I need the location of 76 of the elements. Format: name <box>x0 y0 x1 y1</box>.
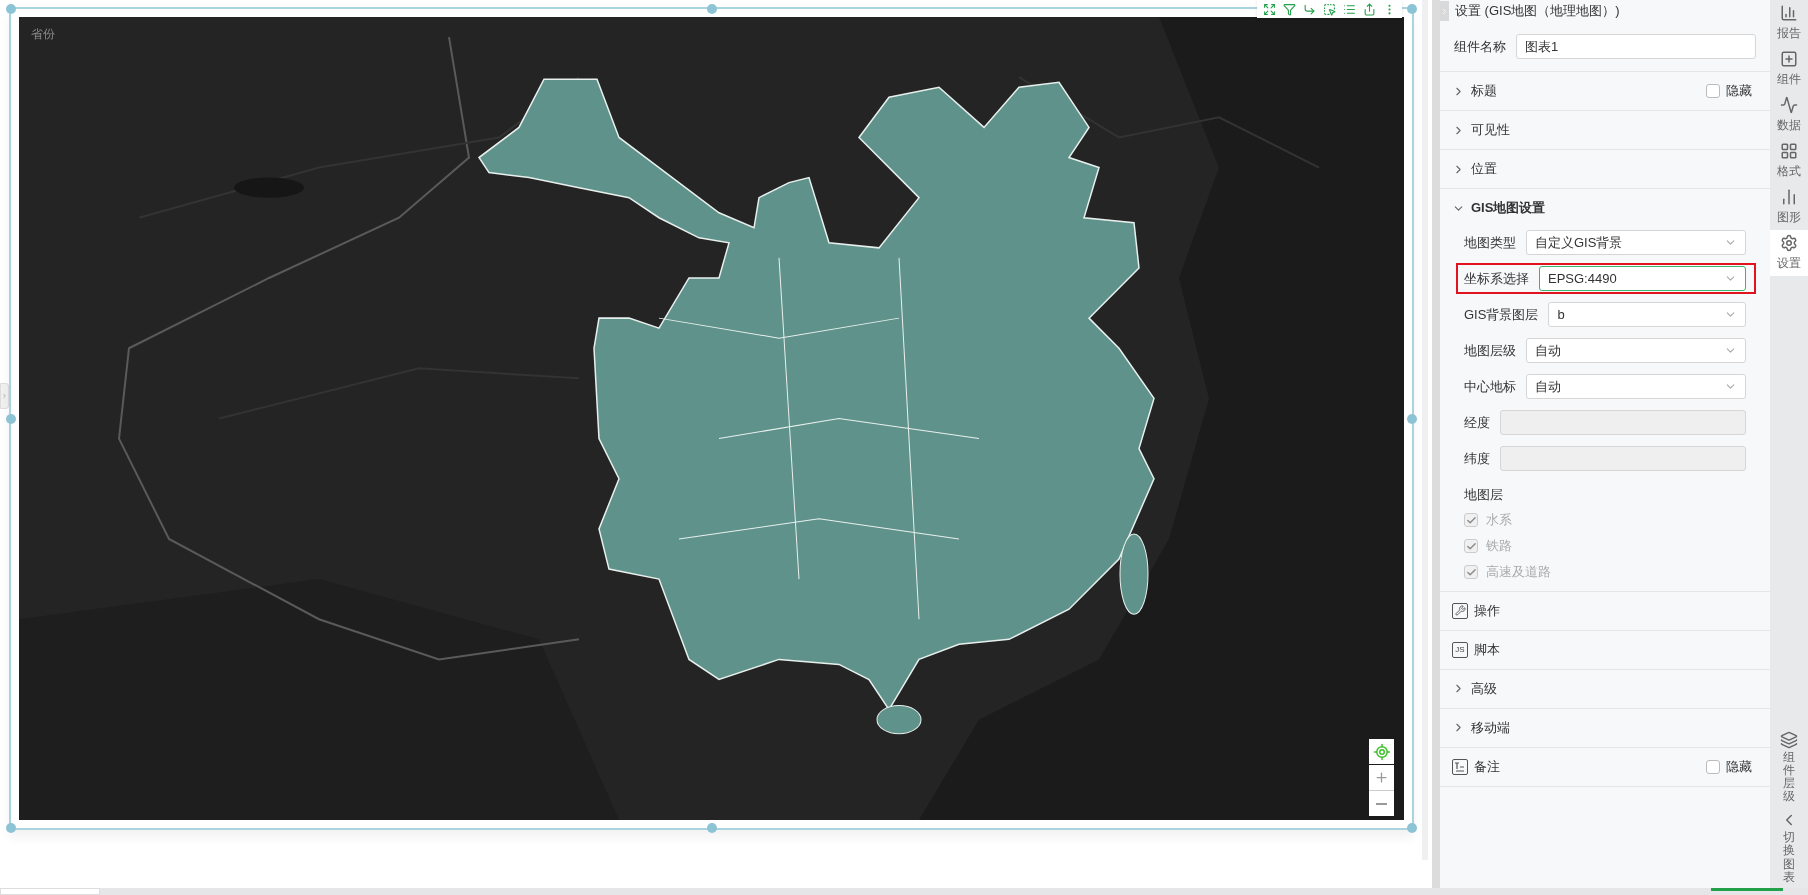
resize-handle[interactable] <box>6 4 16 14</box>
settings-icon <box>1780 234 1798 252</box>
checkbox-label: 铁路 <box>1486 537 1512 556</box>
hide-label: 隐藏 <box>1726 757 1752 776</box>
filter-icon[interactable] <box>1283 2 1296 16</box>
add-component-icon <box>1780 50 1798 68</box>
share-icon[interactable] <box>1363 2 1376 16</box>
field-label: 中心地标 <box>1464 377 1516 396</box>
field-label: 地图类型 <box>1464 233 1516 252</box>
resize-handle[interactable] <box>6 413 16 424</box>
resize-handle[interactable] <box>706 4 717 14</box>
zoom-in-button[interactable] <box>1369 765 1394 790</box>
chart-icon <box>1780 4 1798 22</box>
rail-tab[interactable]: 格式 <box>1770 138 1808 184</box>
bar-chart-icon <box>1780 188 1798 206</box>
expand-icon[interactable] <box>1263 2 1276 16</box>
checkbox-label: 高速及道路 <box>1486 563 1551 582</box>
rail-button[interactable]: 组件层级 <box>1780 730 1798 804</box>
section-header[interactable]: 高级 <box>1440 669 1770 708</box>
section-header[interactable]: 操作 <box>1440 591 1770 630</box>
dropdown[interactable]: 自定义GIS背景 <box>1526 230 1746 255</box>
field-label: 纬度 <box>1464 449 1490 468</box>
section-header[interactable]: 备注 隐藏 <box>1440 747 1770 786</box>
locate-button[interactable] <box>1369 739 1394 764</box>
rail-tab[interactable]: 报告 <box>1770 0 1808 46</box>
section-header[interactable]: 可见性 <box>1440 111 1770 149</box>
list-icon[interactable] <box>1343 2 1356 16</box>
rail-button[interactable]: 切换图表 <box>1780 811 1798 884</box>
rail-tab[interactable]: 组件 <box>1770 46 1808 92</box>
chevron-right-icon <box>1440 6 1449 16</box>
resize-handle[interactable] <box>706 823 717 833</box>
resize-handle[interactable] <box>1407 823 1417 833</box>
section-header[interactable]: 位置 <box>1440 150 1770 188</box>
hide-label: 隐藏 <box>1726 82 1752 101</box>
rail-tab[interactable]: 图形 <box>1770 184 1808 230</box>
note-icon <box>1452 758 1468 775</box>
field-label: GIS背景图层 <box>1464 305 1539 324</box>
input-field[interactable]: 图表1 <box>1516 34 1756 59</box>
field-label: 坐标系选择 <box>1464 269 1529 288</box>
panel-title: 设置 (GIS地图（地理地图）) <box>1455 2 1620 21</box>
checkbox[interactable] <box>1706 84 1720 98</box>
collapse-tab[interactable] <box>0 383 9 409</box>
script-icon: JS <box>1452 641 1468 658</box>
checkbox-label: 水系 <box>1486 511 1512 530</box>
resize-handle[interactable] <box>6 823 16 833</box>
resize-handle[interactable] <box>1407 413 1417 424</box>
grid-icon <box>1780 142 1798 160</box>
dropdown[interactable]: EPSG:4490 <box>1539 266 1746 291</box>
wrench-icon <box>1452 602 1468 619</box>
checkbox[interactable] <box>1706 759 1720 774</box>
rail-tab[interactable]: 设置 <box>1770 230 1808 276</box>
status-indicator <box>1711 888 1783 891</box>
legend-title: 省份 <box>31 26 55 43</box>
section-header[interactable]: JS 脚本 <box>1440 630 1770 669</box>
section-header[interactable]: 移动端 <box>1440 708 1770 747</box>
layers-icon <box>1780 730 1798 749</box>
dropdown[interactable]: 自动 <box>1526 338 1746 363</box>
corner-arrow-icon[interactable] <box>1303 2 1316 16</box>
select-area-icon[interactable] <box>1323 2 1336 16</box>
sheet-tab[interactable] <box>0 888 100 895</box>
panel-toggle[interactable] <box>1440 1 1449 21</box>
field-label: 经度 <box>1464 413 1490 432</box>
field-label: 组件名称 <box>1454 37 1506 56</box>
field-label: 地图层级 <box>1464 341 1516 360</box>
resize-handle[interactable] <box>1407 4 1417 14</box>
dropdown[interactable]: 自动 <box>1526 374 1746 399</box>
zoom-out-button[interactable] <box>1369 791 1394 816</box>
chevron-right-icon <box>1 392 8 400</box>
dropdown[interactable]: b <box>1548 302 1746 327</box>
data-line-icon <box>1780 96 1798 114</box>
minus-icon <box>1376 802 1387 805</box>
section-header[interactable]: 标题 隐藏 <box>1440 72 1770 110</box>
section-header[interactable]: GIS地图设置 <box>1440 189 1770 227</box>
rail-tab[interactable]: 数据 <box>1770 92 1808 138</box>
plus-icon <box>1374 770 1389 785</box>
layers-label: 地图层 <box>1464 486 1504 504</box>
